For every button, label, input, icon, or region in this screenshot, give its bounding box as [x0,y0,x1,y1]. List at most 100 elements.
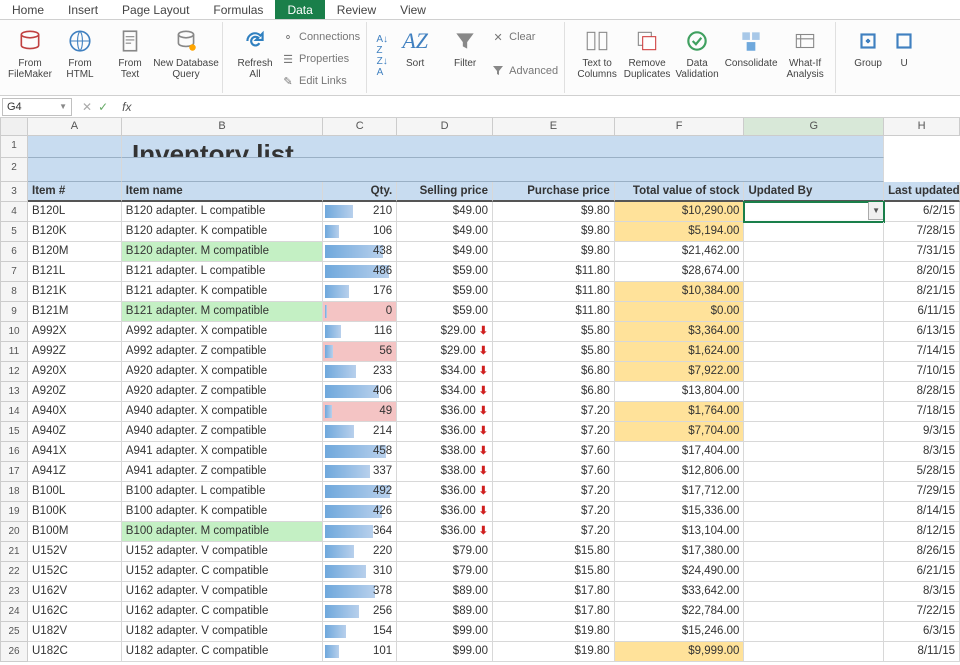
row-header[interactable]: 15 [0,422,28,442]
cell-item[interactable]: B121L [28,262,122,282]
cell-item[interactable]: A920Z [28,382,122,402]
filter-button[interactable]: Filter [441,24,489,69]
cell-updated-by[interactable] [744,382,884,402]
cell-selling-price[interactable]: $49.00 [397,242,493,262]
header-last-updated[interactable]: Last updated [884,182,960,202]
cell-qty[interactable]: 426 [323,502,397,522]
consolidate-button[interactable]: Consolidate [723,24,779,69]
cell-qty[interactable]: 438 [323,242,397,262]
name-box[interactable]: G4▼ [2,98,72,116]
cell-qty[interactable]: 154 [323,622,397,642]
cell-last-updated[interactable]: 8/21/15 [884,282,960,302]
row-header[interactable]: 13 [0,382,28,402]
cell-qty[interactable]: 486 [323,262,397,282]
cell-qty[interactable]: 256 [323,602,397,622]
cell-updated-by[interactable] [744,262,884,282]
cell-name[interactable]: A992 adapter. X compatible [122,322,324,342]
cell-last-updated[interactable]: 5/28/15 [884,462,960,482]
cell-qty[interactable]: 0 [323,302,397,322]
cell-item[interactable]: B121K [28,282,122,302]
cell-selling-price[interactable]: $79.00 [397,562,493,582]
cell-qty[interactable]: 101 [323,642,397,662]
cell-item[interactable]: B100L [28,482,122,502]
header-updated-by[interactable]: Updated By [744,182,884,202]
cancel-formula-icon[interactable]: ✕ [82,100,92,114]
from-html-button[interactable]: From HTML [56,24,104,80]
row-header[interactable]: 21 [0,542,28,562]
cell-last-updated[interactable]: 7/14/15 [884,342,960,362]
cell-qty[interactable]: 49 [323,402,397,422]
worksheet[interactable]: A B C D E F G H 1 Inventory list 2 3 Ite… [0,118,960,662]
cell-total-value[interactable]: $1,624.00 [615,342,745,362]
cell-item[interactable]: B100M [28,522,122,542]
fx-label[interactable]: fx [122,100,131,114]
cell-last-updated[interactable]: 7/10/15 [884,362,960,382]
cell-updated-by[interactable] [744,482,884,502]
cell-selling-price[interactable]: $59.00 [397,262,493,282]
row-header[interactable]: 26 [0,642,28,662]
row-header[interactable]: 24 [0,602,28,622]
data-validation-button[interactable]: Data Validation [673,24,721,80]
cell-item[interactable]: B120M [28,242,122,262]
new-database-query-button[interactable]: New Database Query [156,24,216,80]
cell-purchase-price[interactable]: $17.80 [493,602,615,622]
header-purchase-price[interactable]: Purchase price [493,182,615,202]
text-to-columns-button[interactable]: Text to Columns [573,24,621,80]
cell-item[interactable]: U152C [28,562,122,582]
cell-updated-by[interactable] [744,542,884,562]
cell-last-updated[interactable]: 8/28/15 [884,382,960,402]
header-qty[interactable]: Qty. [323,182,397,202]
row-header[interactable]: 25 [0,622,28,642]
cell-total-value[interactable]: $28,674.00 [615,262,745,282]
col-header-e[interactable]: E [493,118,615,136]
cell-updated-by[interactable] [744,422,884,442]
tab-formulas[interactable]: Formulas [201,0,275,19]
cell-selling-price[interactable]: $34.00⬇ [397,382,493,402]
cell-item[interactable]: A992Z [28,342,122,362]
cell-total-value[interactable]: $15,336.00 [615,502,745,522]
cell-last-updated[interactable]: 8/3/15 [884,582,960,602]
row-header[interactable]: 2 [0,158,28,182]
cell-qty[interactable]: 364 [323,522,397,542]
cell-purchase-price[interactable]: $19.80 [493,642,615,662]
select-all-corner[interactable] [0,118,28,136]
cell-last-updated[interactable]: 8/12/15 [884,522,960,542]
cell-name[interactable]: A920 adapter. X compatible [122,362,324,382]
cell-item[interactable]: B120L [28,202,122,222]
row-header[interactable]: 19 [0,502,28,522]
cell-name[interactable]: U152 adapter. C compatible [122,562,324,582]
cell-name[interactable]: B121 adapter. M compatible [122,302,324,322]
cell-qty[interactable]: 492 [323,482,397,502]
cell-updated-by[interactable] [744,402,884,422]
cell-last-updated[interactable]: 6/11/15 [884,302,960,322]
cell-purchase-price[interactable]: $7.20 [493,522,615,542]
cell-total-value[interactable]: $0.00 [615,302,745,322]
cell-selling-price[interactable]: $34.00⬇ [397,362,493,382]
cell-selling-price[interactable]: $99.00 [397,642,493,662]
cell-purchase-price[interactable]: $11.80 [493,262,615,282]
cell-purchase-price[interactable]: $5.80 [493,322,615,342]
cell-name[interactable]: B120 adapter. K compatible [122,222,324,242]
cell-updated-by[interactable] [744,322,884,342]
cell-last-updated[interactable]: 7/28/15 [884,222,960,242]
cell-name[interactable]: B100 adapter. M compatible [122,522,324,542]
cell-updated-by[interactable] [744,362,884,382]
cell-item[interactable]: A920X [28,362,122,382]
cell-updated-by[interactable] [744,502,884,522]
cell-total-value[interactable]: $24,490.00 [615,562,745,582]
cell-total-value[interactable]: $1,764.00 [615,402,745,422]
tab-data[interactable]: Data [275,0,324,19]
properties-button[interactable]: ☰Properties [281,50,360,68]
clear-button[interactable]: ✕Clear [491,28,558,46]
cell-total-value[interactable]: $7,704.00 [615,422,745,442]
tab-insert[interactable]: Insert [56,0,110,19]
col-header-g[interactable]: G [744,118,884,136]
row-header[interactable]: 12 [0,362,28,382]
tab-page-layout[interactable]: Page Layout [110,0,201,19]
cell-item[interactable]: B120K [28,222,122,242]
cell-selling-price[interactable]: $38.00⬇ [397,462,493,482]
cell-last-updated[interactable]: 7/31/15 [884,242,960,262]
cell-qty[interactable]: 210 [323,202,397,222]
cell-name[interactable]: U162 adapter. C compatible [122,602,324,622]
cell-purchase-price[interactable]: $7.20 [493,422,615,442]
